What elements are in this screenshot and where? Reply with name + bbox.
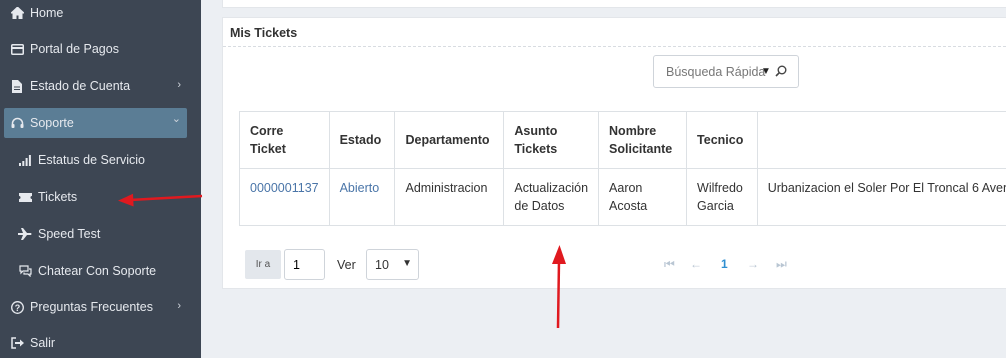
sidebar-item-portal-de-pagos[interactable]: Portal de Pagos (4, 34, 187, 64)
chat-icon (18, 264, 32, 278)
goto-page-button[interactable]: Ir a (245, 250, 281, 279)
search-placeholder: Búsqueda Rápida (666, 64, 766, 79)
signal-icon (18, 153, 32, 167)
table-cell: Actualización de Datos (503, 168, 600, 226)
sidebar-item-chatear-con-soporte[interactable]: Chatear Con Soporte (4, 256, 187, 286)
column-header[interactable]: Asunto Tickets (503, 111, 600, 169)
column-header[interactable]: Nombre Solicitante (598, 111, 688, 169)
table-cell: Aaron Acosta (598, 168, 688, 226)
document-icon (10, 79, 24, 93)
next-page-icon[interactable]: → (747, 257, 759, 271)
page-size-value: 10 (375, 257, 389, 272)
chevron-down-icon: ▼ (402, 258, 412, 269)
goto-page-input[interactable] (284, 249, 325, 280)
last-page-icon[interactable]: ⏭ (776, 257, 787, 272)
ticket-status-link[interactable]: Abierto (328, 168, 396, 226)
page-size-label: Ver (337, 258, 356, 272)
tickets-table: Corre Ticket Estado Departamento Asunto … (239, 111, 1006, 226)
chevron-down-icon: ⌄ (171, 113, 181, 125)
annotation-arrow-left (118, 193, 203, 207)
table-cell: Administracion (394, 168, 505, 226)
logout-icon (10, 336, 24, 350)
plane-icon (18, 227, 32, 241)
sidebar-item-estado-de-cuenta[interactable]: Estado de Cuenta › (4, 71, 187, 101)
sidebar-item-salir[interactable]: Salir (4, 328, 187, 358)
svg-text:?: ? (14, 302, 20, 312)
sidebar-item-label: Estado de Cuenta (30, 79, 131, 93)
table-header-row: Corre Ticket Estado Departamento Asunto … (239, 111, 1006, 169)
ticket-icon (18, 190, 32, 204)
column-header[interactable]: Corre Ticket (239, 111, 330, 169)
table-cell: Wilfredo Garcia (686, 168, 758, 226)
question-icon: ? (10, 300, 24, 314)
sidebar-item-label: Tickets (38, 190, 78, 204)
sidebar-item-label: Home (30, 6, 64, 20)
home-icon (10, 6, 24, 20)
current-page[interactable]: 1 (721, 257, 728, 271)
sidebar-item-soporte[interactable]: Soporte ⌄ (4, 108, 187, 138)
sidebar-item-preguntas-frecuentes[interactable]: ? Preguntas Frecuentes › (4, 292, 187, 322)
sidebar-item-estatus-de-servicio[interactable]: Estatus de Servicio (4, 145, 187, 175)
table-row[interactable]: 0000001137 Abierto Administracion Actual… (239, 168, 1006, 226)
sidebar-item-label: Soporte (30, 116, 74, 130)
column-header[interactable]: Estado (328, 111, 396, 169)
sidebar-item-label: Speed Test (38, 227, 101, 241)
first-page-icon[interactable]: ⏮ (664, 257, 675, 272)
page-size-select[interactable]: 10 ▼ (366, 249, 419, 280)
tickets-panel: Mis Tickets Búsqueda Rápida ▼ Corre Tick… (222, 17, 1006, 289)
headset-icon (10, 116, 24, 130)
ticket-number-link[interactable]: 0000001137 (239, 168, 330, 226)
top-card-strip (222, 0, 1006, 8)
sidebar-item-label: Salir (30, 336, 56, 350)
annotation-arrow-up (552, 245, 566, 329)
column-header[interactable]: Tecnico (686, 111, 758, 169)
sidebar-item-home[interactable]: Home (4, 0, 187, 28)
sidebar-item-label: Chatear Con Soporte (38, 264, 157, 278)
sidebar-item-label: Preguntas Frecuentes (30, 300, 153, 314)
sidebar-item-speed-test[interactable]: Speed Test (4, 219, 187, 249)
prev-page-icon[interactable]: ← (690, 257, 702, 271)
sidebar-item-label: Portal de Pagos (30, 42, 119, 56)
search-icon[interactable] (775, 65, 787, 80)
table-cell: Urbanizacion el Soler Por El Troncal 6 A… (756, 168, 1006, 226)
chevron-right-icon: › (177, 79, 181, 91)
column-header[interactable]: Departamento (394, 111, 505, 169)
caret-down-icon[interactable]: ▼ (761, 66, 771, 77)
chevron-right-icon: › (177, 300, 181, 312)
sidebar-item-label: Estatus de Servicio (38, 153, 145, 167)
column-header[interactable] (756, 111, 1006, 169)
sidebar: Home Portal de Pagos Estado de Cuenta › … (0, 0, 201, 358)
quick-search[interactable]: Búsqueda Rápida ▼ (653, 55, 799, 88)
card-icon (10, 42, 24, 56)
panel-title: Mis Tickets (223, 18, 1006, 47)
